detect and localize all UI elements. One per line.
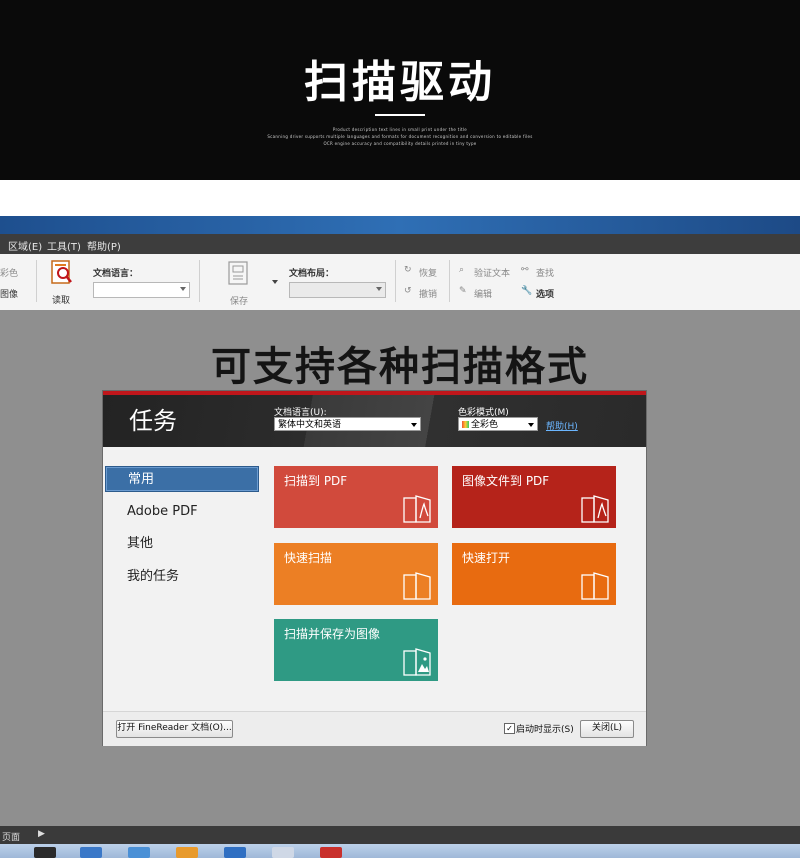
menu-region[interactable]: 区域(E) bbox=[8, 238, 42, 253]
nav-item-common[interactable]: 常用 bbox=[105, 466, 259, 492]
find-button[interactable]: 查找 bbox=[536, 266, 554, 279]
status-page-label: 页面 bbox=[2, 833, 21, 843]
pdf-icon bbox=[581, 495, 609, 523]
tile-label: 快速打开 bbox=[462, 551, 511, 565]
banner-divider bbox=[375, 114, 425, 116]
toolbar-color-option[interactable]: 彩色 bbox=[0, 266, 18, 279]
tile-quick-scan[interactable]: 快速扫描 bbox=[274, 543, 438, 605]
save-dropdown-icon[interactable] bbox=[272, 280, 278, 284]
read-icon bbox=[51, 260, 72, 284]
banner-subtitle: OCR engine accuracy and compatibility de… bbox=[323, 141, 477, 146]
tile-label: 图像文件到 PDF bbox=[462, 474, 550, 488]
taskbar-app-button[interactable] bbox=[34, 847, 56, 858]
taskbar-app-button[interactable] bbox=[272, 847, 294, 858]
toolbar-separator bbox=[449, 260, 450, 302]
taskbar-app-button[interactable] bbox=[224, 847, 246, 858]
desktop-background bbox=[0, 216, 800, 234]
tile-image-to-pdf[interactable]: 图像文件到 PDF bbox=[452, 466, 616, 528]
edit-button[interactable]: 编辑 bbox=[474, 287, 492, 300]
doc-language-select[interactable] bbox=[93, 282, 190, 298]
show-on-start-checkbox[interactable]: ✓ bbox=[504, 723, 515, 734]
show-on-start-label: 启动时显示(S) bbox=[516, 725, 574, 735]
banner-title: 扫描驱动 bbox=[304, 57, 496, 108]
verify-icon: ⌕ bbox=[459, 265, 465, 275]
read-button[interactable]: 读取 bbox=[48, 260, 76, 306]
taskbar-app-button[interactable] bbox=[320, 847, 342, 858]
banner-subtitle: Product description text lines in small … bbox=[332, 127, 468, 132]
status-bar: 页面 ▶ bbox=[0, 826, 800, 844]
undo-button[interactable]: 撤销 bbox=[419, 287, 437, 300]
color-mode-select[interactable]: 全彩色 bbox=[458, 417, 538, 431]
binoculars-icon: ⚯ bbox=[521, 265, 529, 275]
taskbar-app-button[interactable] bbox=[80, 847, 102, 858]
play-icon[interactable]: ▶ bbox=[38, 829, 45, 839]
headline: 可支持各种扫描格式 bbox=[211, 344, 589, 390]
help-link[interactable]: 帮助(H) bbox=[546, 419, 578, 432]
tile-label: 扫描并保存为图像 bbox=[284, 627, 381, 641]
tile-quick-open[interactable]: 快速打开 bbox=[452, 543, 616, 605]
save-label: 保存 bbox=[230, 297, 249, 307]
menu-help[interactable]: 帮助(P) bbox=[87, 238, 121, 253]
wrench-icon: 🔧 bbox=[521, 286, 533, 296]
taskbar bbox=[0, 844, 800, 858]
options-button[interactable]: 选项 bbox=[536, 287, 554, 300]
nav-item-adobe-pdf[interactable]: Adobe PDF bbox=[105, 499, 259, 525]
undo-icon: ↺ bbox=[404, 286, 412, 296]
doc-language-value: 繁体中文和英语 bbox=[278, 420, 342, 430]
dialog-title: 任务 bbox=[129, 407, 177, 435]
document-icon bbox=[581, 572, 609, 600]
toolbar-separator bbox=[395, 260, 396, 302]
chevron-down-icon bbox=[376, 287, 382, 291]
nav-item-my-tasks[interactable]: 我的任务 bbox=[105, 564, 259, 590]
chevron-down-icon bbox=[528, 423, 534, 427]
doc-layout-label: 文档布局： bbox=[289, 269, 335, 279]
verify-text-button[interactable]: 验证文本 bbox=[474, 266, 510, 279]
nav-item-other[interactable]: 其他 bbox=[105, 531, 259, 557]
menu-tools[interactable]: 工具(T) bbox=[47, 238, 81, 253]
chevron-down-icon bbox=[411, 423, 417, 427]
chevron-down-icon bbox=[180, 287, 186, 291]
toolbar-separator bbox=[36, 260, 37, 302]
pdf-icon bbox=[403, 495, 431, 523]
redo-icon: ↻ bbox=[404, 265, 412, 275]
edit-icon: ✎ bbox=[459, 286, 467, 296]
doc-language-select[interactable]: 繁体中文和英语 bbox=[274, 417, 421, 431]
tile-scan-save-image[interactable]: 扫描并保存为图像 bbox=[274, 619, 438, 681]
toolbar-image-option[interactable]: 图像 bbox=[0, 287, 18, 300]
toolbar: 彩色 图像 读取 文档语言： 保存 文档布局： ↻ 恢复 ↺ 撤销 ⌕ 验证文本… bbox=[0, 254, 800, 311]
doc-language-label: 文档语言： bbox=[93, 269, 139, 279]
tile-label: 扫描到 PDF bbox=[284, 474, 348, 488]
read-label: 读取 bbox=[52, 296, 71, 306]
save-button[interactable]: 保存 bbox=[224, 260, 254, 307]
document-icon bbox=[403, 572, 431, 600]
color-swatch-icon bbox=[462, 421, 469, 428]
dialog-footer: 打开 FineReader 文档(O)... ✓ 启动时显示(S) 关闭(L) bbox=[103, 711, 646, 746]
app-screenshot: 区域(E) 工具(T) 帮助(P) 彩色 图像 读取 文档语言： 保存 文档布局… bbox=[0, 216, 800, 858]
open-finereader-document-button[interactable]: 打开 FineReader 文档(O)... bbox=[116, 720, 233, 738]
task-dialog: 任务 文档语言(U): 繁体中文和英语 色彩模式(M) 全彩色 帮助(H) 常用… bbox=[103, 391, 646, 746]
toolbar-separator bbox=[199, 260, 200, 302]
tile-label: 快速扫描 bbox=[284, 551, 333, 565]
doc-layout-select[interactable] bbox=[289, 282, 386, 298]
banner-subtitle: Scanning driver supports multiple langua… bbox=[267, 134, 533, 139]
taskbar-app-button[interactable] bbox=[128, 847, 150, 858]
taskbar-app-button[interactable] bbox=[176, 847, 198, 858]
tile-scan-to-pdf[interactable]: 扫描到 PDF bbox=[274, 466, 438, 528]
save-icon bbox=[228, 261, 248, 285]
image-icon bbox=[403, 648, 431, 676]
menubar: 区域(E) 工具(T) 帮助(P) bbox=[0, 234, 800, 254]
color-mode-value: 全彩色 bbox=[471, 420, 499, 430]
task-category-nav: 常用 Adobe PDF 其他 我的任务 bbox=[103, 447, 263, 707]
close-button[interactable]: 关闭(L) bbox=[580, 720, 634, 738]
restore-button[interactable]: 恢复 bbox=[419, 266, 437, 279]
